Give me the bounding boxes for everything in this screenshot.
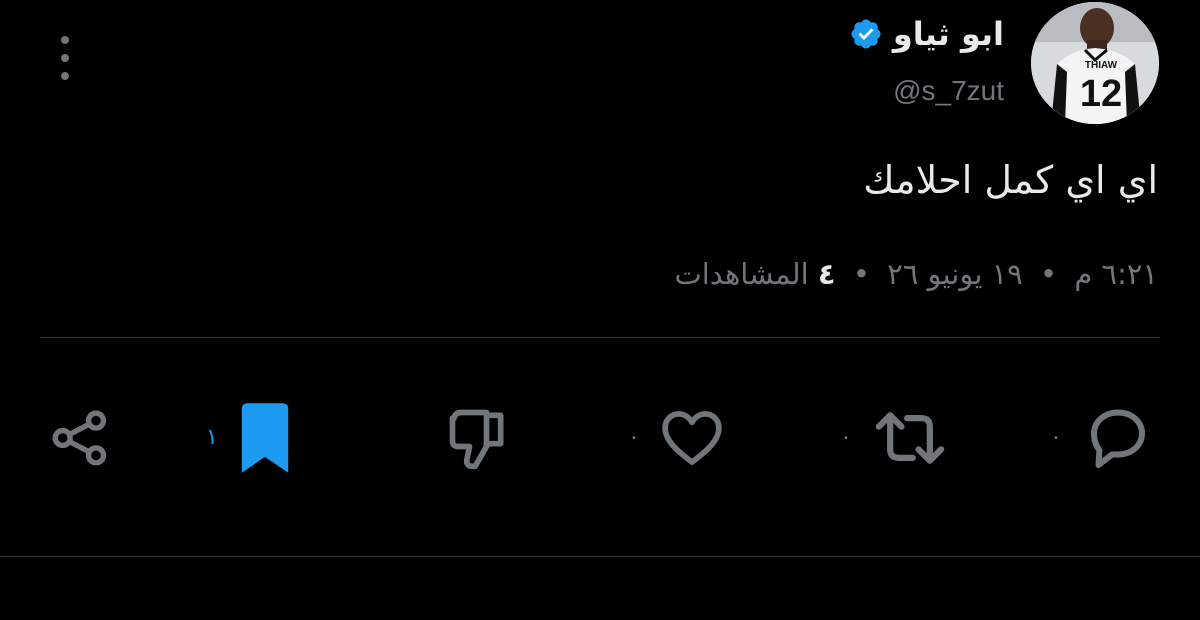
kebab-dot [61, 54, 69, 62]
like-count: ٠ [628, 425, 640, 450]
bookmark-button[interactable]: ١ [206, 400, 294, 476]
avatar-image: THIAW 12 [1031, 2, 1159, 124]
reply-button[interactable]: ٠ [1050, 400, 1156, 476]
jersey-name: THIAW [1085, 60, 1118, 71]
dislike-button[interactable] [444, 400, 512, 476]
divider [0, 556, 1200, 557]
display-name: ابو ثياو [892, 15, 1004, 53]
tweet-meta: ٦:٢١ م • ١٩ يونيو ٢٦ • ٤ المشاهدات [674, 254, 1158, 294]
bookmark-filled-icon [241, 403, 289, 473]
retweet-button[interactable]: ٠ [840, 400, 950, 476]
tweet-time[interactable]: ٦:٢١ م [1074, 257, 1158, 291]
share-button[interactable] [48, 400, 112, 476]
meta-separator: • [1039, 257, 1058, 291]
views-label[interactable]: المشاهدات [674, 257, 808, 291]
reply-icon [1090, 409, 1145, 468]
more-options-icon[interactable] [50, 36, 80, 80]
author-name-row[interactable]: ابو ثياو [849, 14, 1004, 54]
meta-separator: • [852, 257, 870, 291]
tweet-date[interactable]: ١٩ يونيو ٢٦ [887, 257, 1023, 291]
user-handle[interactable]: @s_7zut [893, 74, 1004, 108]
kebab-dot [61, 36, 69, 44]
retweet-count: ٠ [840, 425, 852, 450]
verified-badge-icon [851, 19, 881, 49]
avatar[interactable]: THIAW 12 [1031, 2, 1159, 124]
share-icon [52, 410, 107, 466]
kebab-dot [61, 72, 69, 80]
views-count[interactable]: ٤ [818, 257, 836, 291]
divider [40, 337, 1160, 338]
heart-icon [662, 411, 722, 465]
thumbs-down-icon [449, 409, 504, 470]
like-button[interactable]: ٠ [628, 400, 726, 476]
reply-count: ٠ [1050, 425, 1062, 450]
tweet-text: اي اي كمل احلامك [863, 158, 1158, 202]
jersey-number: 12 [1080, 73, 1122, 115]
bookmark-count: ١ [206, 425, 218, 450]
retweet-icon [875, 412, 945, 464]
